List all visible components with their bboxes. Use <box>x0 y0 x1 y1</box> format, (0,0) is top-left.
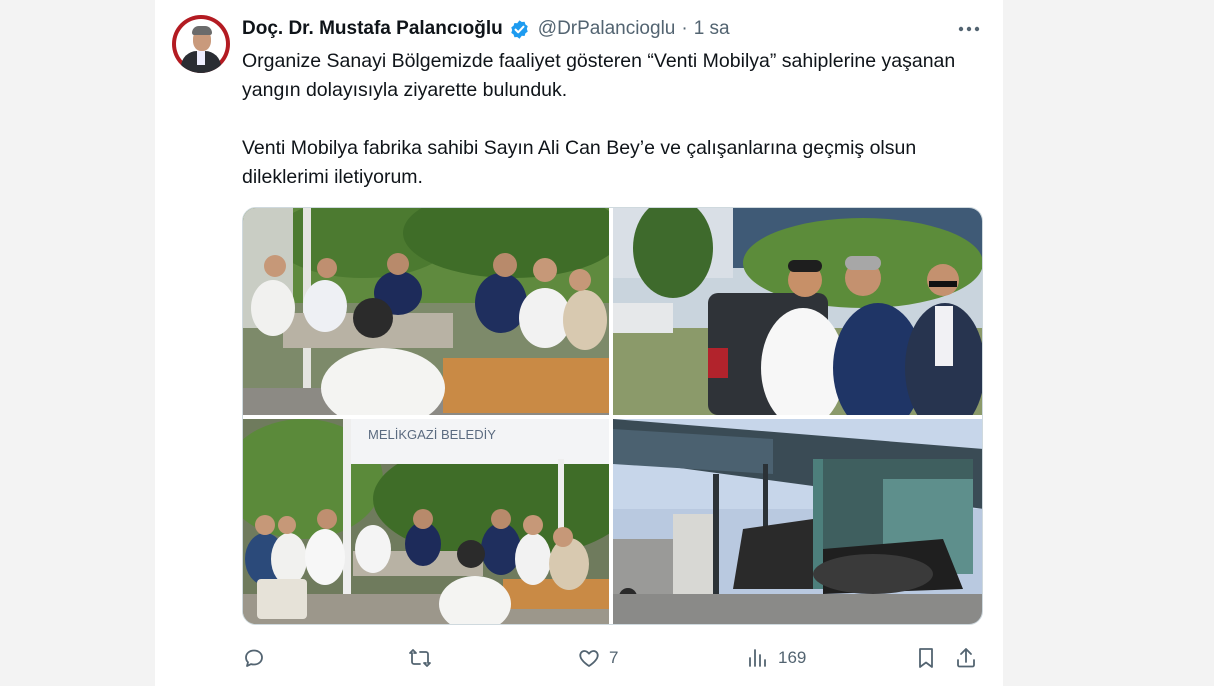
views-button[interactable]: 169 <box>746 644 806 672</box>
like-icon <box>579 650 599 667</box>
tweet-actions-bar: 7 169 <box>242 644 982 672</box>
tweet-header: Doç. Dr. Mustafa Palancıoğlu @DrPalancio… <box>242 16 730 42</box>
bookmark-icon <box>919 648 933 668</box>
photo-burned-factory[interactable] <box>613 419 982 624</box>
tweet-time[interactable]: 1 sa <box>694 18 730 40</box>
tweet-paragraph-2: Venti Mobilya fabrika sahibi Sayın Ali C… <box>242 137 917 188</box>
share-icon <box>957 648 975 668</box>
retweet-button[interactable] <box>408 644 440 672</box>
bookmark-button[interactable] <box>914 644 938 672</box>
like-count: 7 <box>609 648 619 667</box>
author-name[interactable]: Doç. Dr. Mustafa Palancıoğlu <box>242 18 503 40</box>
photo-grid: MELİKGAZİ BELEDİY <box>242 207 983 625</box>
tweet-text: Organize Sanayi Bölgemizde faaliyet göst… <box>242 47 982 192</box>
reply-icon <box>245 649 263 667</box>
retweet-icon <box>409 649 431 667</box>
like-button[interactable]: 7 <box>577 644 618 672</box>
tent-sign-text: MELİKGAZİ BELEDİY <box>368 427 496 442</box>
tweet-paragraph-1: Organize Sanayi Bölgemizde faaliyet göst… <box>242 50 956 101</box>
more-options-button[interactable] <box>953 16 985 42</box>
separator-dot: · <box>681 18 688 39</box>
verified-badge-icon <box>511 19 528 39</box>
more-icon <box>958 26 980 32</box>
share-button[interactable] <box>954 644 978 672</box>
reply-button[interactable] <box>242 644 274 672</box>
photo-handshake[interactable] <box>613 208 982 415</box>
view-count: 169 <box>778 648 807 667</box>
views-icon <box>749 649 766 667</box>
photo-meeting-garden[interactable] <box>243 208 609 415</box>
tweet-card: Doç. Dr. Mustafa Palancıoğlu @DrPalancio… <box>155 0 1003 686</box>
author-handle[interactable]: @DrPalancioglu <box>538 18 676 40</box>
photo-tent-group[interactable]: MELİKGAZİ BELEDİY <box>243 419 609 624</box>
avatar[interactable] <box>172 15 230 73</box>
